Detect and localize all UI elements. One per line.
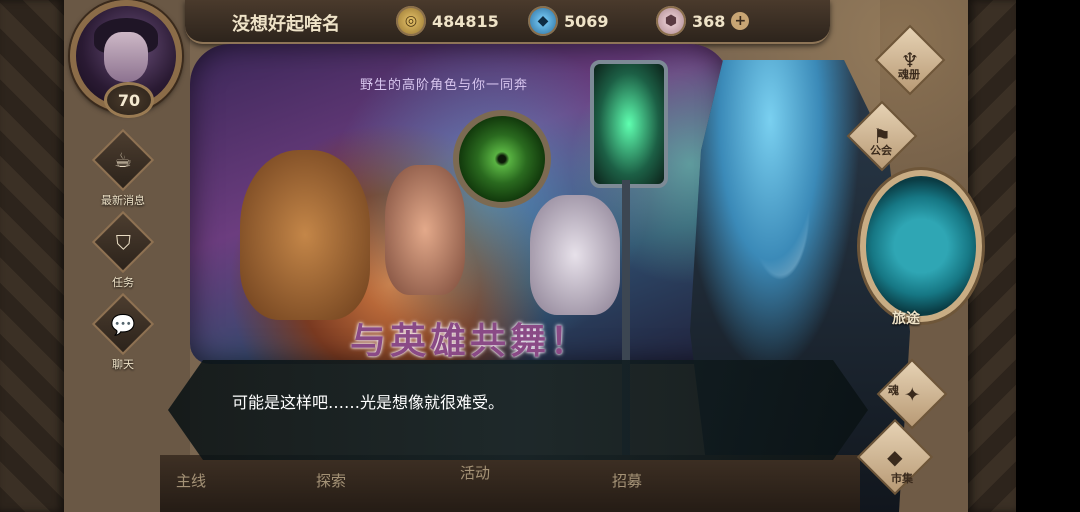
chat-icon: 💬 — [110, 312, 136, 336]
screen-edge-black — [1016, 0, 1080, 512]
pink-gem-icon: ⬢ — [656, 6, 686, 36]
banner-character-wolf — [530, 195, 620, 315]
side-item-label: 最新消息 — [101, 194, 145, 207]
quest-icon: ⛉ — [115, 230, 131, 254]
soul-book-label: 魂册 — [898, 68, 920, 81]
gold-resource[interactable]: ◎ 484815 — [396, 6, 499, 36]
player-name[interactable]: 没想好起啥名 — [232, 10, 340, 36]
market-label: 市集 — [891, 472, 913, 485]
left-decorative-rail — [0, 0, 64, 512]
guild-label: 公会 — [870, 144, 892, 157]
soul-button[interactable]: ✦ 魂 — [876, 358, 948, 430]
crystal-resource[interactable]: ◆ 5069 — [528, 6, 609, 36]
avatar-face — [104, 32, 148, 82]
chat-icon-frame: 💬 — [91, 292, 155, 356]
market-button[interactable]: ◆ 市集 — [856, 418, 938, 500]
soul-book-button[interactable]: ♆ 魂册 — [874, 24, 946, 96]
journey-label: 旅途 — [892, 311, 920, 327]
soul-label: 魂 — [888, 384, 899, 397]
journey-button[interactable]: 旅途 — [860, 170, 982, 327]
tab-events[interactable]: 活动 — [460, 462, 490, 483]
guild-icon-frame: ⚑ — [846, 100, 918, 172]
gold-value: 484815 — [432, 11, 499, 31]
tab-explore[interactable]: 探索 — [316, 470, 346, 491]
guild-button[interactable]: ⚑ 公会 — [846, 100, 918, 172]
bottom-tab-bar — [160, 455, 860, 512]
quest-icon-frame: ⛉ — [91, 210, 155, 274]
banner-character-dancer — [385, 165, 465, 295]
banner-green-eye-orb — [453, 110, 551, 208]
banner-subtitle: 野生的高阶角色与你一同奔 — [360, 78, 529, 93]
game-screen: 没想好起啥名 ◎ 484815 ◆ 5069 ⬢ 368 + 70 ☕ 最新消息… — [0, 0, 1080, 512]
side-item-chat[interactable]: 💬 聊天 — [90, 292, 156, 374]
side-item-label: 聊天 — [112, 358, 134, 371]
soul-icon: ✦ — [903, 381, 921, 406]
player-level-badge: 70 — [104, 82, 154, 118]
side-item-news[interactable]: ☕ 最新消息 — [90, 128, 156, 210]
side-item-quest[interactable]: ⛉ 任务 — [90, 210, 156, 292]
gem-value: 368 — [692, 11, 726, 31]
add-gem-button[interactable]: + — [731, 12, 750, 30]
news-icon: ☕ — [114, 148, 132, 172]
news-icon-frame: ☕ — [91, 128, 155, 192]
blue-crystal-icon: ◆ — [528, 6, 558, 36]
gold-coin-icon: ◎ — [396, 6, 426, 36]
side-item-label: 任务 — [112, 276, 134, 289]
soul-book-icon-frame: ♆ — [874, 24, 946, 96]
crystal-value: 5069 — [564, 11, 609, 31]
lantern-icon — [590, 60, 668, 188]
tab-recruit[interactable]: 招募 — [612, 470, 642, 491]
tab-main-story[interactable]: 主线 — [176, 470, 206, 491]
gem-resource[interactable]: ⬢ 368 + — [656, 6, 750, 36]
banner-character-beast — [240, 150, 370, 320]
dialog-text: 可能是这样吧……光是想像就很难受。 — [232, 393, 505, 412]
banner-title: 与英雄共舞！ — [350, 321, 591, 362]
market-icon: ◆ — [887, 444, 903, 469]
